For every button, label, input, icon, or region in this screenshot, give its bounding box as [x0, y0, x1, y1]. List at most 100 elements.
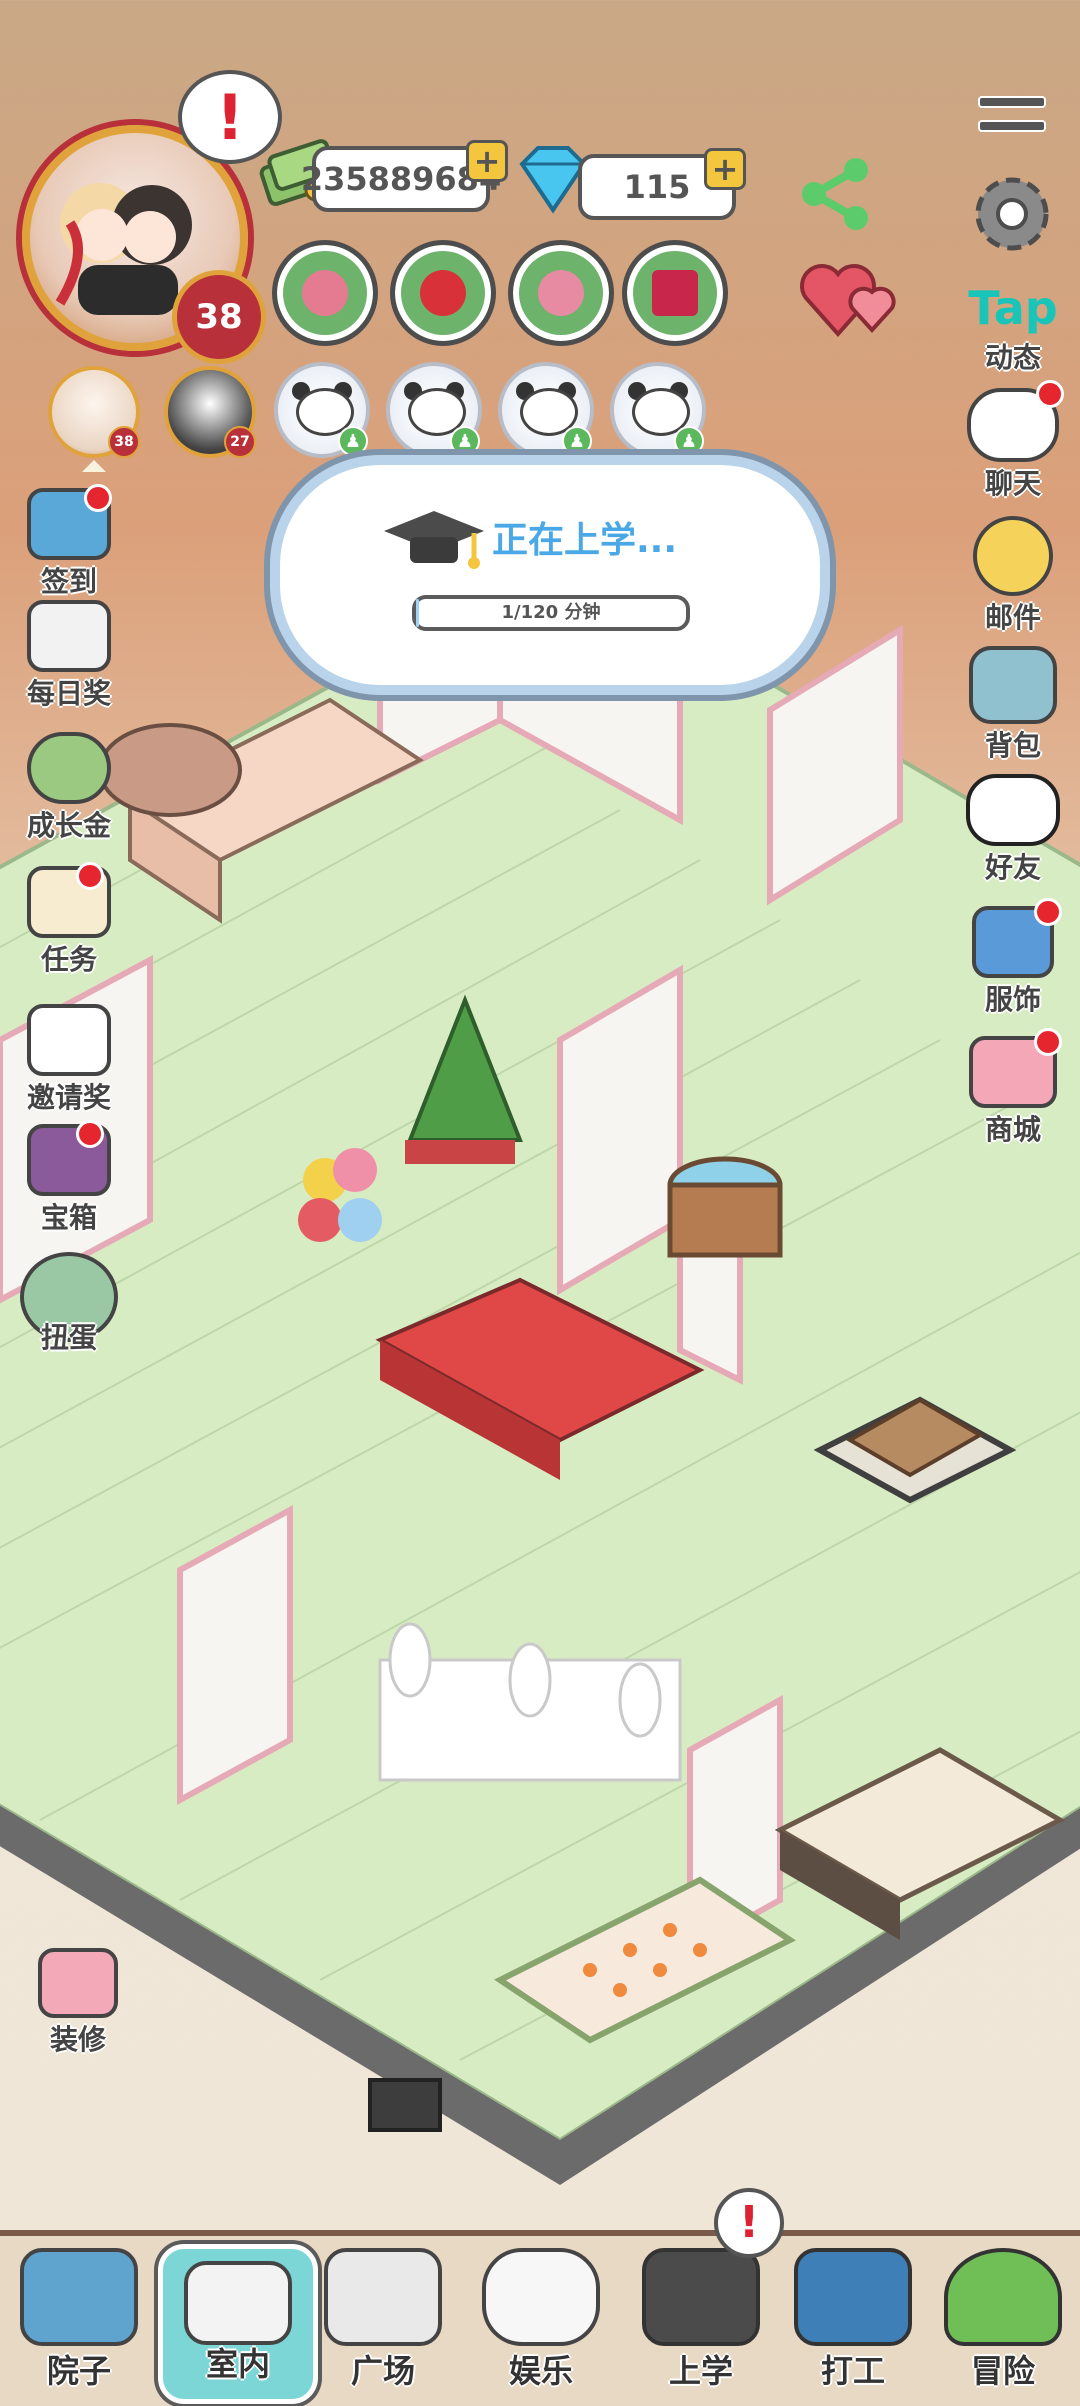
- left-menu: 签到 每日奖 成长金 任务 邀请奖 宝箱 扭蛋: [14, 484, 124, 1372]
- right-menu: Tap 动态 聊天 邮件 背包 好友 服饰 商城: [958, 280, 1068, 1166]
- notification-dot: [76, 862, 104, 890]
- collapse-arrow-icon[interactable]: [82, 460, 106, 472]
- member-level-2: 27: [224, 426, 256, 458]
- menu-shop-label: 商城: [984, 1113, 1041, 1146]
- heart-icon: [420, 270, 466, 316]
- pet-slot-1[interactable]: ♟: [274, 362, 370, 458]
- nav-work[interactable]: 打工: [778, 2236, 928, 2406]
- panda-gift-icon: [27, 1004, 111, 1076]
- notification-dot: [1034, 1028, 1062, 1056]
- player-level-badge: 38: [172, 270, 266, 364]
- building-icon: [324, 2248, 442, 2346]
- backpack-icon: [969, 646, 1057, 724]
- graduation-cap-icon: [642, 2248, 760, 2346]
- menu-gacha[interactable]: 扭蛋: [14, 1252, 124, 1372]
- share-icon[interactable]: [796, 156, 876, 232]
- armchair-icon: [38, 1948, 118, 2018]
- gear-icon[interactable]: [966, 168, 1058, 260]
- menu-growth-fund[interactable]: 成长金: [14, 732, 124, 866]
- add-pet-icon: ♟: [674, 426, 704, 456]
- nav-yard-label: 院子: [46, 2352, 111, 2390]
- brain-icon: [538, 270, 584, 316]
- nav-yard[interactable]: 院子: [4, 2236, 154, 2406]
- menu-mail[interactable]: 邮件: [958, 516, 1068, 646]
- tv-set: [368, 2078, 442, 2132]
- nav-adventure-label: 冒险: [970, 2352, 1035, 2390]
- menu-treasure-chest[interactable]: 宝箱: [14, 1120, 124, 1252]
- notification-dot: [76, 1120, 104, 1148]
- school-progress-text: 1/120 分钟: [501, 602, 601, 623]
- nav-entertainment-label: 娱乐: [508, 2352, 573, 2390]
- menu-clothing-label: 服饰: [984, 983, 1041, 1016]
- nav-plaza[interactable]: 广场: [308, 2236, 458, 2406]
- pet-slot-4[interactable]: ♟: [610, 362, 706, 458]
- nav-work-label: 打工: [820, 2352, 885, 2390]
- pet-slot-2[interactable]: ♟: [386, 362, 482, 458]
- add-diamonds-button[interactable]: +: [704, 148, 746, 190]
- menu-checkin-label: 签到: [40, 565, 97, 598]
- stat-health[interactable]: [622, 240, 728, 346]
- mail-icon: [973, 516, 1053, 596]
- menu-clothing[interactable]: 服饰: [958, 898, 1068, 1036]
- menu-mail-label: 邮件: [984, 601, 1041, 634]
- member-avatar-1[interactable]: 38: [48, 366, 140, 458]
- school-status-popup[interactable]: 正在上学... 1/120 分钟: [270, 455, 830, 695]
- menu-chat[interactable]: 聊天: [958, 380, 1068, 516]
- menu-daily-reward[interactable]: 每日奖: [14, 600, 124, 732]
- palm-tree-icon: [944, 2248, 1062, 2346]
- nav-entertainment[interactable]: 娱乐: [466, 2236, 616, 2406]
- wooden-tub: [667, 1156, 783, 1258]
- briefcase-icon: [794, 2248, 912, 2346]
- notification-dot: [84, 484, 112, 512]
- nav-indoor[interactable]: 室内: [158, 2244, 318, 2404]
- add-pet-icon: ♟: [450, 426, 480, 456]
- menu-daily-reward-label: 每日奖: [26, 677, 111, 710]
- menu-friends[interactable]: 好友: [958, 774, 1068, 906]
- room-scene[interactable]: [0, 520, 1080, 2250]
- menu-friends-label: 好友: [984, 851, 1041, 884]
- menu-invite-reward[interactable]: 邀请奖: [14, 1004, 124, 1124]
- nav-school[interactable]: ! 上学: [626, 2188, 784, 2406]
- stat-mood[interactable]: [390, 240, 496, 346]
- nav-adventure[interactable]: 冒险: [928, 2236, 1078, 2406]
- menu-treasure-chest-label: 宝箱: [40, 1201, 97, 1234]
- menu-chat-label: 聊天: [984, 467, 1041, 500]
- nav-indoor-label: 室内: [205, 2345, 270, 2383]
- menu-backpack-label: 背包: [984, 729, 1041, 762]
- pet-slot-3[interactable]: ♟: [498, 362, 594, 458]
- member-avatar-2[interactable]: 27: [164, 366, 256, 458]
- add-coins-button[interactable]: +: [466, 140, 508, 182]
- notification-dot: [1036, 380, 1064, 408]
- stat-food[interactable]: [272, 240, 378, 346]
- house-icon: [20, 2248, 138, 2346]
- nav-plaza-label: 广场: [350, 2352, 415, 2390]
- bottom-nav: 院子 室内 广场 娱乐 ! 上学 打工 冒险: [0, 2188, 1080, 2406]
- hearts-icon[interactable]: [798, 256, 902, 342]
- food-icon: [302, 270, 348, 316]
- cushion-heart-icon: [184, 2261, 292, 2345]
- menu-growth-fund-label: 成长金: [26, 809, 111, 842]
- coins-count: 235889684: [301, 146, 501, 212]
- hamburger-menu-icon[interactable]: [978, 96, 1046, 132]
- video-reward-icon: [27, 600, 111, 672]
- notification-dot: [1034, 898, 1062, 926]
- menu-tasks[interactable]: 任务: [14, 862, 124, 1004]
- decorate-label: 装修: [49, 2023, 106, 2056]
- school-progress-bar: 1/120 分钟: [412, 595, 690, 631]
- member-level-1: 38: [108, 426, 140, 458]
- school-alert-bubble: !: [714, 2188, 784, 2258]
- stat-intelligence[interactable]: [508, 240, 614, 346]
- nav-school-label: 上学: [668, 2352, 733, 2390]
- gamepad-icon: [482, 2248, 600, 2346]
- health-cross-icon: [652, 270, 698, 316]
- graduation-cap-icon: [384, 511, 484, 569]
- menu-shop[interactable]: 商城: [958, 1028, 1068, 1166]
- add-pet-icon: ♟: [338, 426, 368, 456]
- panda-friends-icon: [966, 774, 1060, 846]
- menu-backpack[interactable]: 背包: [958, 646, 1068, 774]
- menu-tap-feed[interactable]: Tap 动态: [958, 280, 1068, 388]
- menu-checkin[interactable]: 签到: [14, 484, 124, 600]
- menu-tasks-label: 任务: [40, 943, 97, 976]
- menu-tap-feed-label: 动态: [984, 341, 1041, 374]
- decorate-button[interactable]: 装修: [28, 1948, 128, 2058]
